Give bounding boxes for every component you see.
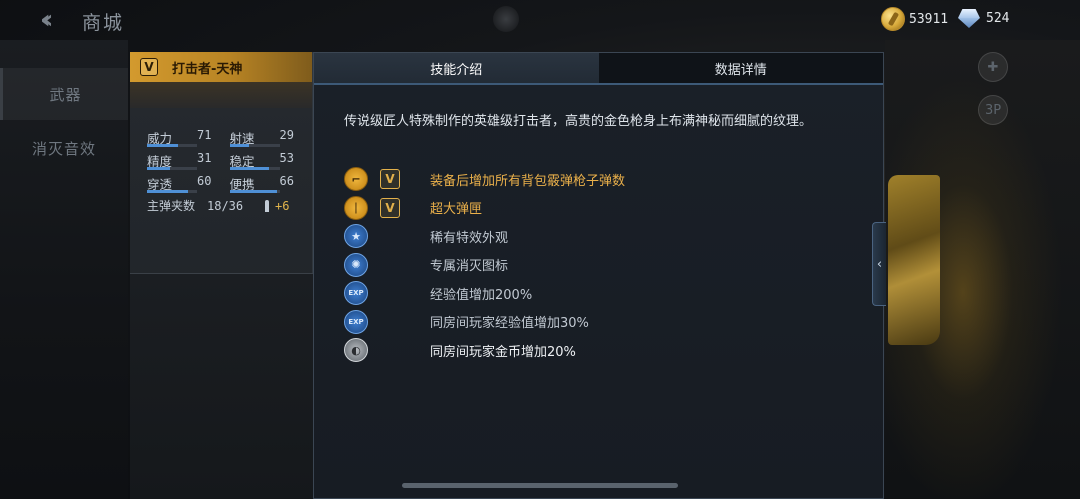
- feature-item: ★ 稀有特效外观: [344, 222, 508, 251]
- feature-item: ✺ 专属消灭图标: [344, 251, 508, 280]
- header-divider: [130, 82, 312, 108]
- magazine-icon: ❘: [344, 195, 368, 220]
- collapse-panel-button[interactable]: ‹: [872, 222, 886, 306]
- stat-portability: 便携 66: [229, 174, 313, 197]
- rifle-icon: ⌐: [344, 167, 368, 192]
- skill-detail-panel: 技能介绍 数据详情 传说级匠人特殊制作的英雄级打击者，高贵的金色枪身上布满神秘而…: [313, 52, 884, 499]
- stat-label: 稳定: [229, 154, 255, 169]
- chevron-left-icon: ‹: [876, 256, 883, 272]
- stat-label: 便携: [229, 177, 255, 192]
- star-icon: ★: [344, 224, 368, 249]
- tab-label: 技能介绍: [430, 62, 483, 78]
- nav-tab-kill-sound[interactable]: 消灭音效: [0, 122, 128, 174]
- room-coin-icon: ◐: [344, 338, 368, 363]
- stat-row: 威力 71 射速 29: [147, 128, 312, 151]
- feature-text: 装备后增加所有背包霰弹枪子弹数: [430, 173, 626, 189]
- stat-fire-rate: 射速 29: [229, 128, 313, 151]
- stat-bar: [147, 144, 197, 147]
- room-exp-icon: EXP: [344, 309, 368, 334]
- left-nav: 武器 消灭音效: [0, 40, 128, 499]
- stat-row: 精度 31 稳定 53: [147, 151, 312, 174]
- third-person-view-button[interactable]: 3P: [978, 95, 1008, 125]
- feature-list: ⌐ V 装备后增加所有背包霰弹枪子弹数 ❘ V 超大弹匣 ★ 稀有特效外观 ✺ 专属消灭图标 EXP…: [344, 165, 625, 365]
- kill-icon: ✺: [344, 252, 368, 277]
- v-rank-badge-icon: V: [140, 58, 158, 76]
- weapon-info-panel: V 打击者-天神 威力 71 射速 29 精度 31 稳定 53 穿透 60 便…: [130, 52, 313, 499]
- stat-accuracy: 精度 31: [147, 151, 230, 174]
- magazine-bonus: +6: [275, 198, 290, 213]
- diamond-icon: [956, 7, 982, 29]
- rotate-view-icon[interactable]: ✚: [978, 52, 1008, 82]
- feature-text: 同房间玩家金币增加20%: [430, 344, 576, 360]
- weapon-name: 打击者-天神: [172, 61, 243, 77]
- feature-item: ◐ 同房间玩家金币增加20%: [344, 336, 576, 365]
- stat-row: 穿透 60 便携 66: [147, 174, 312, 197]
- stat-value: 60: [197, 174, 212, 188]
- feature-item: ❘ V 超大弹匣: [344, 194, 482, 223]
- feature-item: EXP 同房间玩家经验值增加30%: [344, 308, 589, 337]
- nav-tab-weapons[interactable]: 武器: [0, 68, 128, 120]
- stat-bar: [229, 167, 280, 170]
- feature-item: ⌐ V 装备后增加所有背包霰弹枪子弹数: [344, 165, 625, 194]
- stat-label: 穿透: [147, 177, 173, 192]
- weapon-header: V 打击者-天神: [130, 52, 312, 82]
- feature-text: 经验值增加200%: [430, 287, 533, 303]
- magazine-label: 主弹夹数: [147, 199, 196, 213]
- stat-penetration: 穿透 60: [147, 174, 230, 197]
- gem-balance[interactable]: 524: [956, 7, 1009, 29]
- stat-bar: [147, 190, 197, 193]
- magazine-row: 主弹夹数 18/36 +6: [147, 197, 312, 214]
- view-label: 3P: [984, 102, 1002, 118]
- coin-icon: [881, 7, 905, 31]
- stat-bar: [147, 167, 197, 170]
- info-panel-lower: [130, 274, 313, 499]
- tab-data-details[interactable]: 数据详情: [598, 53, 883, 83]
- exp-icon: EXP: [344, 281, 368, 306]
- nav-tab-label: 武器: [49, 85, 82, 104]
- gem-amount: 524: [986, 10, 1010, 26]
- stat-label: 射速: [229, 131, 255, 146]
- stat-stability: 稳定 53: [229, 151, 313, 174]
- coin-amount: 53911: [909, 11, 949, 27]
- stat-bar: [229, 190, 280, 193]
- stat-value: 66: [279, 174, 294, 188]
- stat-label: 威力: [147, 131, 173, 146]
- feature-text: 稀有特效外观: [430, 230, 509, 246]
- feature-item: EXP 经验值增加200%: [344, 279, 532, 308]
- page-title: 商城: [82, 12, 125, 34]
- stat-value: 71: [197, 128, 212, 142]
- nav-tab-label: 消灭音效: [31, 139, 96, 158]
- stat-bar: [229, 144, 280, 147]
- stat-value: 29: [279, 128, 294, 142]
- weapon-description: 传说级匠人特殊制作的英雄级打击者，高贵的金色枪身上布满神秘而细腻的纹理。: [344, 114, 813, 129]
- tab-label: 数据详情: [714, 62, 767, 78]
- feature-text: 专属消灭图标: [430, 259, 509, 275]
- stat-value: 53: [279, 151, 294, 165]
- stat-label: 精度: [147, 154, 173, 169]
- stat-power: 威力 71: [147, 128, 230, 151]
- settings-icon[interactable]: [493, 6, 519, 32]
- v-rank-icon: V: [380, 169, 400, 190]
- feature-text: 同房间玩家经验值增加30%: [430, 316, 589, 332]
- v-rank-icon: V: [380, 197, 400, 218]
- detail-tabs: 技能介绍 数据详情: [314, 53, 883, 83]
- weapon-stats: 威力 71 射速 29 精度 31 稳定 53 穿透 60 便携 66 主弹夹数…: [130, 108, 312, 214]
- stat-value: 31: [197, 151, 212, 165]
- weapon-model[interactable]: [888, 175, 940, 345]
- back-chevron-icon[interactable]: ‹‹: [40, 7, 72, 34]
- top-bar: ‹‹ 商城 53911 524: [0, 0, 1080, 40]
- coin-balance[interactable]: 53911: [881, 7, 948, 31]
- ammo-icon: [265, 199, 269, 212]
- feature-text: 超大弹匣: [430, 202, 483, 218]
- tab-skill-intro[interactable]: 技能介绍: [314, 53, 599, 83]
- horizontal-scrollbar[interactable]: [402, 483, 678, 488]
- magazine-value: 18/36: [207, 198, 244, 213]
- tab-underline: [314, 83, 883, 85]
